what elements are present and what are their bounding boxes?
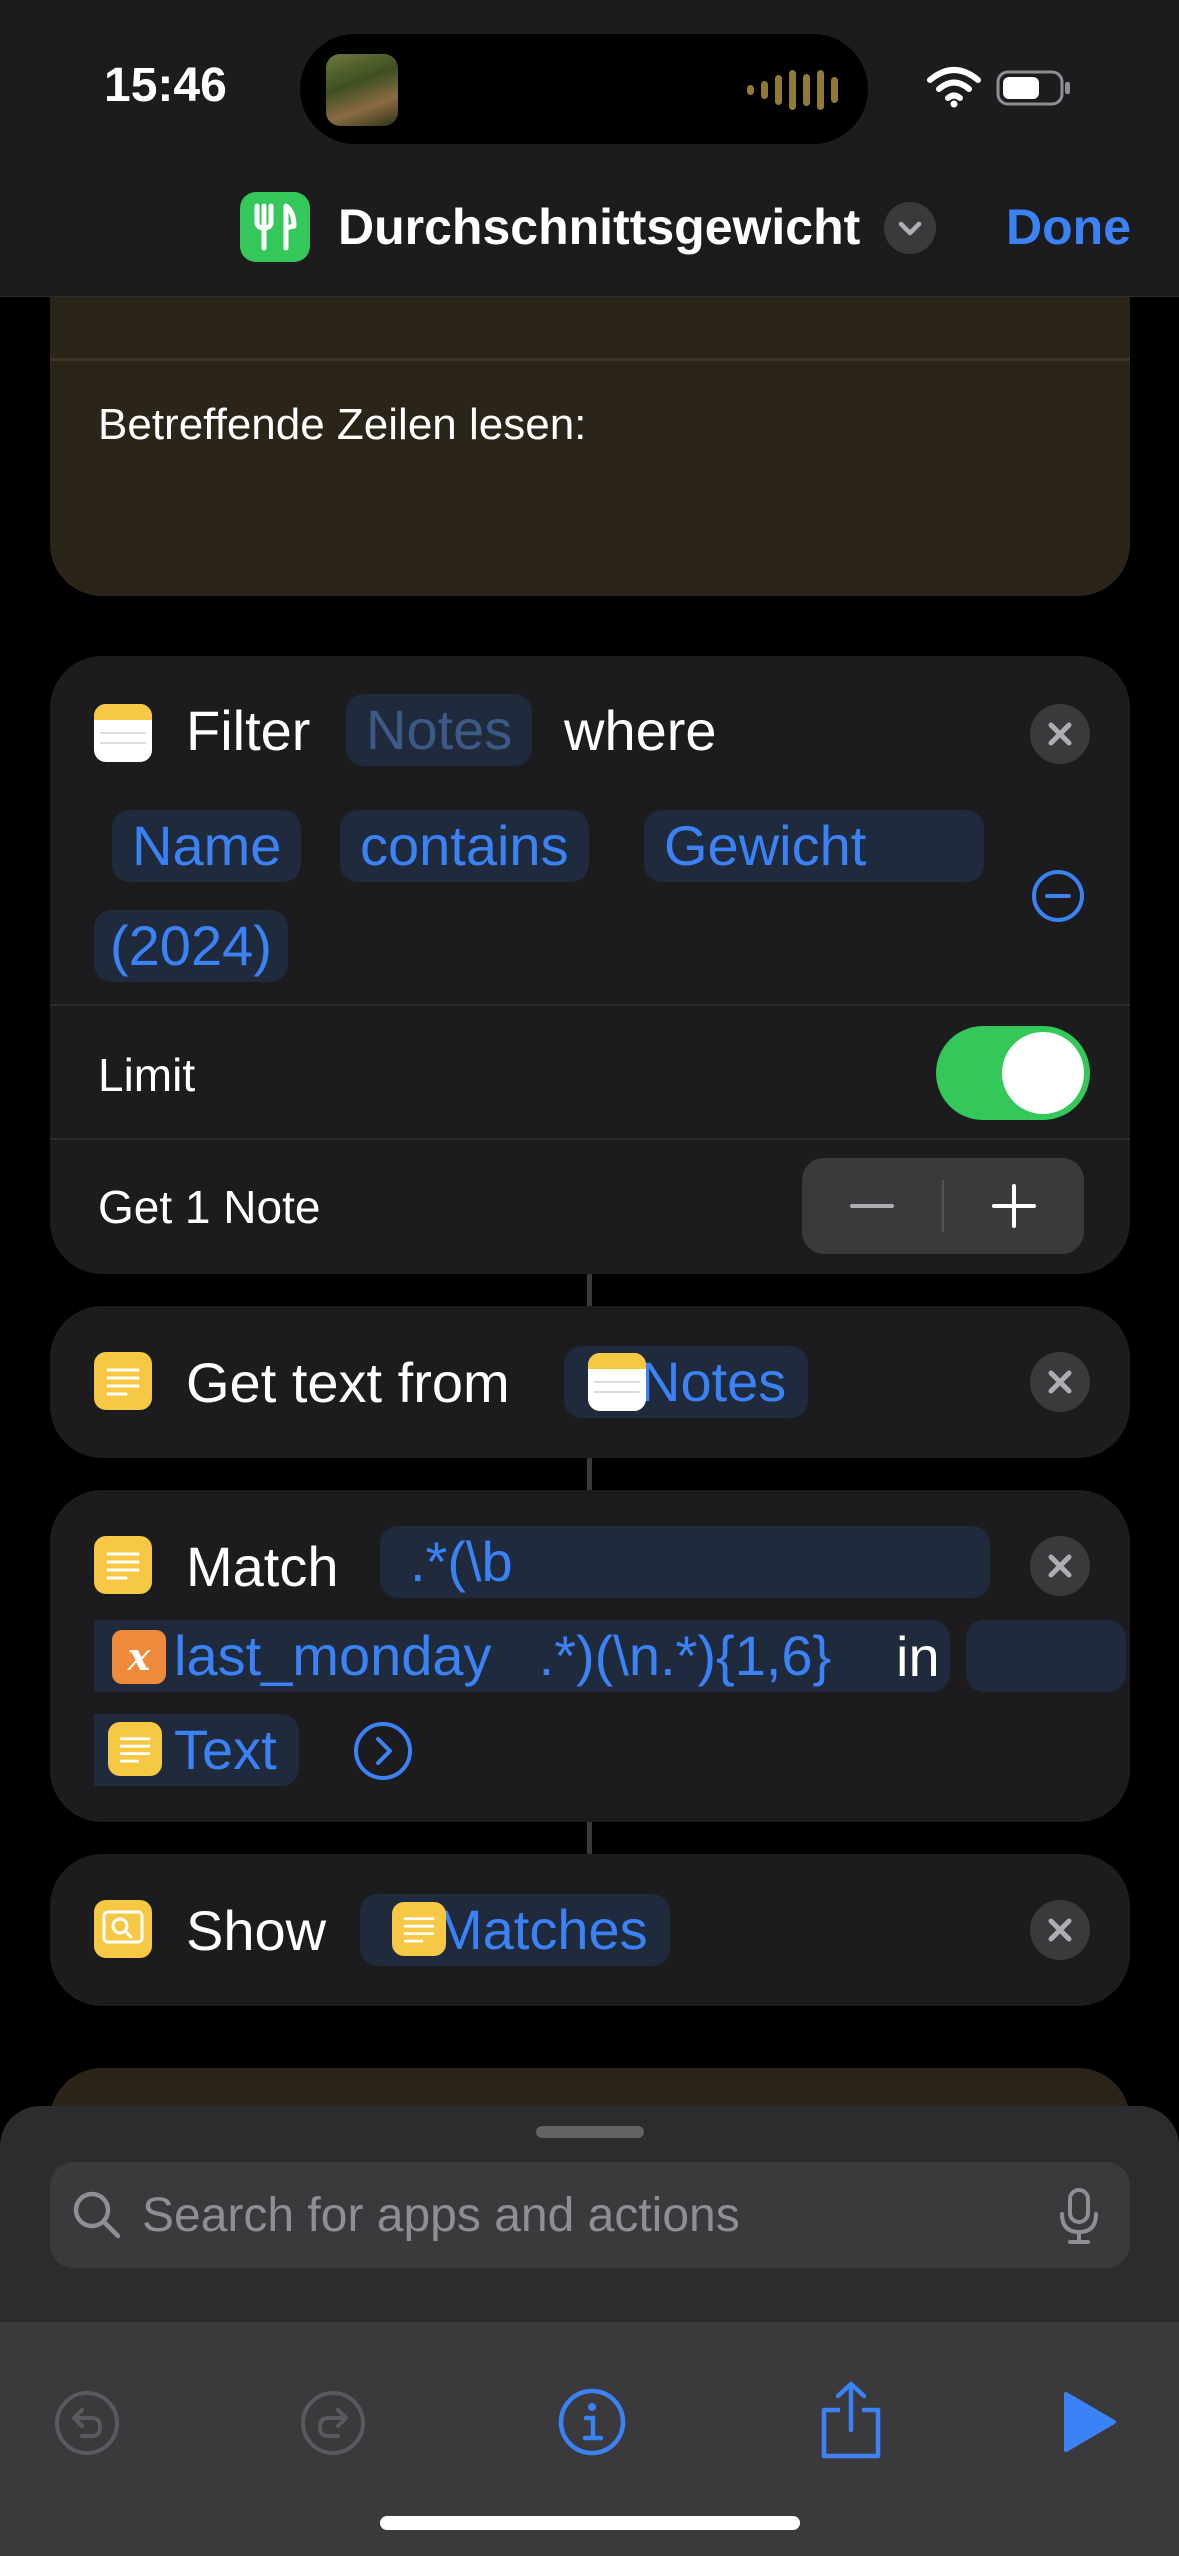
close-icon — [1048, 722, 1072, 746]
action-connector — [587, 1822, 592, 1854]
battery-icon — [996, 68, 1072, 113]
match-text-action-card[interactable]: Match .*(\b last_monday .*)(\n.*){1,6} x… — [50, 1490, 1130, 1822]
comment-text[interactable]: Betreffende Zeilen lesen: — [98, 400, 586, 450]
redo-button[interactable] — [298, 2388, 368, 2463]
limit-toggle[interactable] — [936, 1026, 1090, 1120]
in-label: in — [896, 1625, 940, 1688]
notes-icon — [588, 1353, 646, 1411]
shortcut-icon[interactable] — [240, 192, 310, 262]
get-text-action-card[interactable]: Get text from Notes — [50, 1306, 1130, 1458]
minus-icon — [850, 1204, 894, 1208]
filter-field-parameter[interactable]: Name — [112, 810, 302, 882]
remove-action-button[interactable] — [1030, 1900, 1090, 1960]
play-icon — [1064, 2392, 1116, 2452]
pattern-suffix: .*)(\n.*){1,6} — [538, 1624, 832, 1687]
plus-icon — [992, 1184, 1036, 1228]
sheet-grabber[interactable] — [536, 2126, 644, 2138]
text-icon — [392, 1902, 446, 1956]
remove-action-button[interactable] — [1030, 704, 1090, 764]
action-title: Filter — [186, 699, 311, 762]
audio-waveform-icon — [747, 70, 838, 110]
text-icon — [94, 1536, 152, 1594]
remove-filter-button[interactable] — [1030, 868, 1086, 924]
increment-button[interactable] — [944, 1158, 1084, 1254]
count-stepper[interactable] — [802, 1158, 1084, 1254]
search-input[interactable]: Search for apps and actions — [142, 2188, 740, 2243]
now-playing-artwork — [326, 54, 398, 126]
title-menu-button[interactable] — [884, 202, 936, 254]
action-title: Show — [186, 1899, 327, 1962]
close-icon — [1048, 1554, 1072, 1578]
navigation-bar: 15:46 Durchschnittsgewicht Done — [0, 0, 1179, 297]
text-icon — [94, 1352, 152, 1410]
toggle-knob — [1002, 1032, 1084, 1114]
action-connector — [587, 1458, 592, 1490]
where-label: where — [564, 699, 717, 762]
variable-icon: x — [112, 1630, 166, 1684]
close-icon — [1048, 1918, 1072, 1942]
filter-value-parameter[interactable]: Gewicht — [644, 810, 984, 882]
pattern-parameter-continued[interactable]: last_monday .*)(\n.*){1,6} — [94, 1620, 950, 1692]
comment-action-card[interactable]: Betreffende Zeilen lesen: — [50, 250, 1130, 596]
search-icon — [70, 2188, 124, 2247]
notes-icon — [94, 704, 152, 762]
info-icon — [558, 2388, 626, 2456]
action-title: Get text from — [186, 1351, 510, 1414]
filter-notes-action-card[interactable]: Filter Notes where Name contains Gewicht… — [50, 656, 1130, 1274]
shortcut-title[interactable]: Durchschnittsgewicht — [338, 198, 860, 256]
remove-action-button[interactable] — [1030, 1536, 1090, 1596]
chevron-right-circle-icon — [354, 1722, 412, 1780]
fork-knife-icon — [254, 203, 297, 251]
share-icon — [821, 2381, 881, 2459]
redo-icon — [301, 2391, 365, 2455]
microphone-icon[interactable] — [1056, 2186, 1102, 2251]
variable-token[interactable]: last_monday — [174, 1624, 492, 1687]
action-connector — [587, 1274, 592, 1306]
info-button[interactable] — [556, 2386, 628, 2463]
home-indicator — [380, 2516, 800, 2530]
show-result-icon — [94, 1900, 152, 1958]
input-parameter-empty[interactable] — [966, 1620, 1126, 1692]
undo-button[interactable] — [52, 2388, 122, 2463]
count-label: Get 1 Note — [98, 1181, 321, 1233]
decrement-button[interactable] — [802, 1158, 942, 1254]
divider — [50, 1138, 1130, 1140]
filter-value-parameter-continued[interactable]: (2024) — [94, 910, 288, 982]
done-button[interactable]: Done — [1006, 198, 1131, 256]
limit-label: Limit — [98, 1049, 196, 1101]
close-icon — [1048, 1370, 1072, 1394]
filter-operator-parameter[interactable]: contains — [340, 810, 589, 882]
divider — [50, 358, 1130, 361]
minus-circle-icon — [1032, 870, 1084, 922]
text-icon — [108, 1722, 162, 1776]
remove-action-button[interactable] — [1030, 1352, 1090, 1412]
divider — [50, 1004, 1130, 1006]
dynamic-island[interactable] — [300, 34, 868, 144]
show-result-action-card[interactable]: Show Matches — [50, 1854, 1130, 2006]
expand-button[interactable] — [352, 1720, 414, 1782]
undo-icon — [55, 2391, 119, 2455]
action-title: Match — [186, 1535, 339, 1598]
share-button[interactable] — [816, 2378, 886, 2467]
status-time: 15:46 — [104, 59, 227, 112]
wifi-icon — [926, 66, 982, 113]
run-button[interactable] — [1062, 2390, 1118, 2459]
source-parameter[interactable]: Notes — [346, 694, 533, 766]
chevron-down-icon — [898, 221, 922, 236]
pattern-parameter[interactable]: .*(\b — [380, 1526, 990, 1598]
